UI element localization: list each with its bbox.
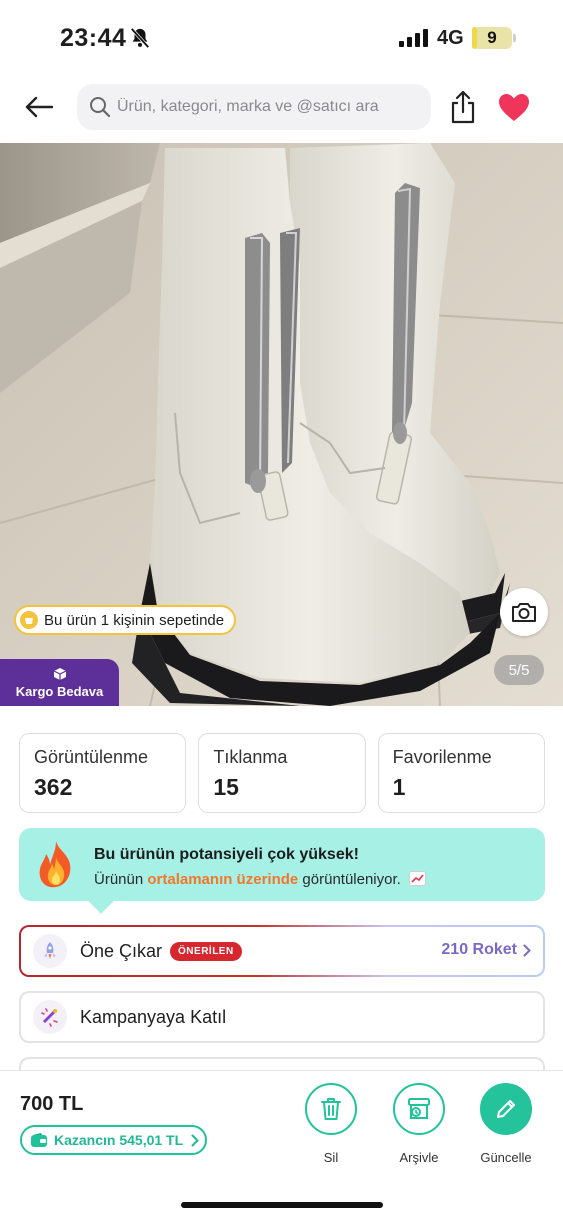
search-icon (90, 97, 111, 118)
wallet-icon (31, 1133, 47, 1147)
trash-icon (321, 1098, 341, 1120)
archive-button[interactable]: Arşivle (383, 1083, 455, 1165)
potential-title: Bu ürünün potansiyeli çok yüksek! (94, 846, 359, 863)
desc-suffix: görüntüleniyor. (298, 871, 401, 888)
potential-banner: Bu ürünün potansiyeli çok yüksek! Ürünün… (19, 828, 545, 914)
status-time: 23:44 (60, 24, 127, 52)
battery-level: 9 (487, 28, 497, 47)
product-price: 700 TL (20, 1093, 84, 1115)
home-indicator[interactable] (181, 1202, 383, 1208)
stat-clicks: Tıklanma 15 (198, 733, 366, 813)
search-bar[interactable] (77, 84, 431, 130)
feature-product-row[interactable]: Öne Çıkar ÖNERİLEN 210 Roket (19, 925, 545, 977)
basket-notice: Bu ürün 1 kişinin sepetinde (14, 605, 237, 635)
join-campaign-label: Kampanyaya Katıl (80, 1006, 227, 1027)
search-input[interactable] (117, 98, 431, 116)
camera-button[interactable] (500, 588, 548, 636)
archive-circle (393, 1083, 445, 1135)
photo-counter: 5/5 (494, 655, 544, 685)
stat-label: Tıklanma (213, 747, 288, 767)
feature-product-label: Öne Çıkar (80, 940, 163, 961)
battery-cap (513, 34, 516, 42)
delete-label: Sil (323, 1150, 339, 1165)
favorite-button[interactable] (496, 90, 532, 124)
heart-icon (499, 93, 529, 121)
recommended-badge: ÖNERİLEN (170, 941, 242, 961)
product-detail-screen: 23:44 4G 9 Ürün, kategori, marka ve @sat… (0, 0, 563, 1219)
chart-increasing-icon (409, 871, 426, 886)
camera-icon (512, 603, 536, 622)
desc-highlight: ortalamanın üzerinde (147, 871, 299, 888)
chevron-right-icon (523, 944, 531, 956)
rocket-icon (33, 934, 67, 968)
package-icon (53, 667, 66, 680)
update-button[interactable]: Güncelle (470, 1083, 542, 1165)
stat-value: 1 (392, 774, 406, 800)
rocket-cost-label: 210 Roket (441, 941, 517, 958)
potential-description: Ürünün ortalamanın üzerinde görüntüleniy… (94, 871, 426, 888)
back-arrow-icon (25, 96, 53, 118)
bell-slash-icon (130, 27, 150, 49)
delete-circle (305, 1083, 357, 1135)
delete-button[interactable]: Sil (295, 1083, 367, 1165)
archive-icon (408, 1098, 430, 1119)
update-label: Güncelle (480, 1150, 532, 1165)
share-icon (451, 90, 475, 124)
campaign-icon (33, 1000, 67, 1034)
join-campaign-row[interactable]: Kampanyaya Katıl (19, 991, 545, 1043)
top-navigation (0, 76, 563, 142)
stat-value: 15 (213, 774, 239, 800)
archive-label: Arşivle (399, 1150, 439, 1165)
earnings-pill[interactable]: Kazancın 545,01 TL (20, 1125, 208, 1155)
basket-icon (20, 611, 38, 629)
chevron-right-icon (191, 1134, 200, 1146)
network-type: 4G (437, 27, 464, 49)
share-button[interactable] (446, 88, 480, 126)
back-button[interactable] (22, 90, 56, 124)
rocket-cost: 210 Roket (441, 941, 531, 959)
basket-notice-text: Bu ürün 1 kişinin sepetinde (44, 611, 225, 629)
stats-row: Görüntülenme 362 Tıklanma 15 Favorilenme… (19, 733, 545, 813)
stat-label: Favorilenme (392, 747, 492, 767)
pencil-icon (497, 1100, 515, 1118)
battery-indicator: 9 (472, 27, 512, 49)
signal-bars-icon (399, 29, 428, 47)
earnings-label: Kazancın 545,01 TL (54, 1132, 184, 1148)
product-photo[interactable]: Bu ürün 1 kişinin sepetinde Kargo Bedava… (0, 143, 563, 706)
status-bar: 23:44 4G 9 (0, 0, 563, 76)
fire-icon (39, 841, 71, 888)
stat-value: 362 (34, 774, 73, 800)
stat-favorites: Favorilenme 1 (377, 733, 545, 813)
desc-prefix: Ürünün (94, 871, 148, 888)
banner-pointer (88, 888, 114, 914)
stat-label: Görüntülenme (34, 747, 149, 767)
stat-views: Görüntülenme 362 (19, 733, 187, 813)
bottom-action-bar: 700 TL Kazancın 545,01 TL Sil Arşivle Gü… (0, 1070, 563, 1219)
update-circle (480, 1083, 532, 1135)
free-shipping-label: Kargo Bedava (15, 683, 104, 699)
free-shipping-badge: Kargo Bedava (0, 659, 119, 706)
